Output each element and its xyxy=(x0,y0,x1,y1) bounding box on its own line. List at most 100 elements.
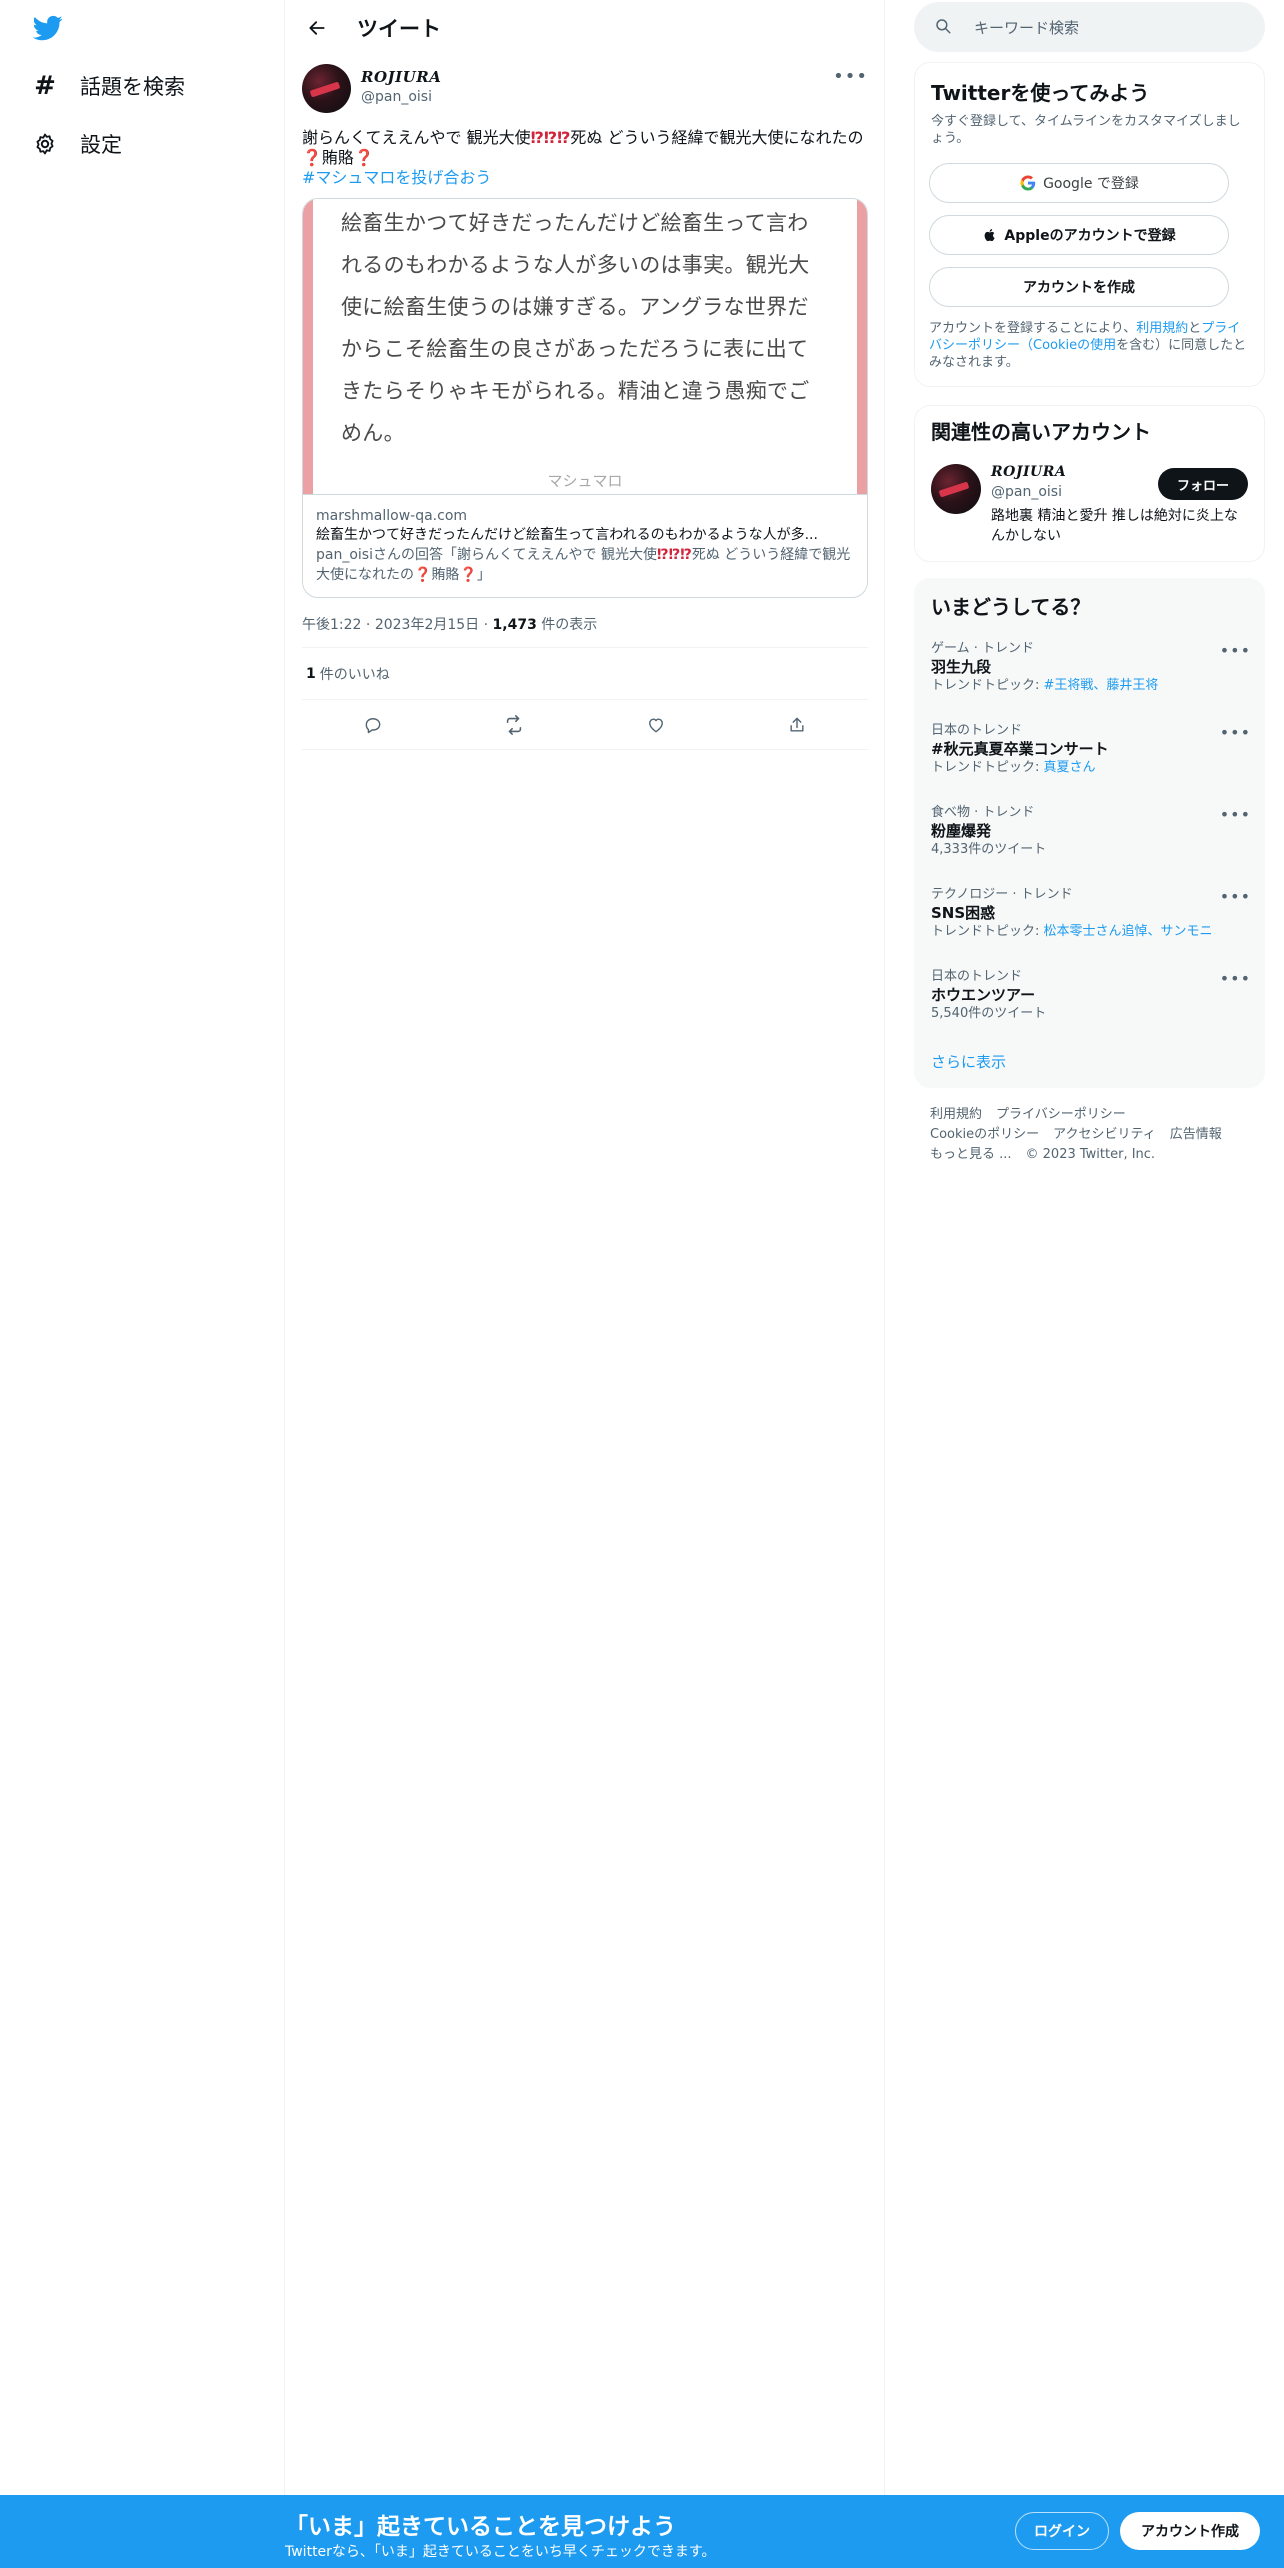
hashtag-link[interactable]: #マシュマロを投げ合おう xyxy=(302,168,868,188)
trend-name: ホウエンツアー xyxy=(931,986,1036,1004)
retweet-icon[interactable] xyxy=(497,708,531,742)
more-options-icon[interactable]: ••• xyxy=(1220,887,1251,906)
more-options-icon[interactable]: ••• xyxy=(1220,969,1251,988)
share-icon[interactable] xyxy=(780,708,814,742)
link-card[interactable]: 絵畜生かつて好きだったんだけど絵畜生って言われるのもわかるような人が多いのは事実… xyxy=(302,198,868,598)
footer-terms-link[interactable]: 利用規約 xyxy=(930,1107,982,1122)
signup-terms: アカウントを登録することにより、利用規約とプライバシーポリシー（Cookieの使… xyxy=(929,320,1249,371)
footer-cookie-link[interactable]: Cookieのポリシー xyxy=(930,1127,1039,1142)
author-handle[interactable]: @pan_oisi xyxy=(361,89,432,105)
card-media-text: 絵畜生かつて好きだったんだけど絵畜生って言われるのもわかるような人が多いのは事実… xyxy=(341,211,810,445)
trend-meta: トレンドトピック: 松本零士さん追悼、サンモニ xyxy=(931,923,1251,941)
apple-signup-button[interactable]: Appleのアカウントで登録 xyxy=(929,215,1229,255)
twitter-bird-icon[interactable] xyxy=(31,13,65,43)
trend-meta: 4,333件のツイート xyxy=(931,841,1251,859)
trend-meta: 5,540件のツイート xyxy=(931,1005,1251,1023)
question-mark-icon: ❓ xyxy=(353,148,374,167)
trends-title: いまどうしてる？ xyxy=(931,595,1091,619)
google-signup-label: Google で登録 xyxy=(1043,176,1139,192)
trend-category: テクノロジー · トレンド xyxy=(931,887,1073,902)
more-options-icon[interactable]: ••• xyxy=(1220,641,1251,660)
card-desc-part: 賄賂 xyxy=(431,567,460,583)
search-input[interactable]: キーワード検索 xyxy=(974,17,1079,38)
tweet-date[interactable]: 2023年2月15日 xyxy=(375,617,479,633)
card-desc-part: 」 xyxy=(476,567,491,583)
trend-category: ゲーム · トレンド xyxy=(931,641,1035,656)
likes-row[interactable]: 1 件のいいね xyxy=(302,648,868,700)
page-title: ツイート xyxy=(357,16,441,41)
trend-topic-link[interactable]: #王将戦、藤井王将 xyxy=(1044,678,1159,693)
heart-icon[interactable] xyxy=(639,708,673,742)
question-mark-icon: ❓ xyxy=(414,567,432,583)
trend-name: SNS困惑 xyxy=(931,904,996,922)
relevant-account-bio: 路地裏 精油と愛升 推しは絶対に炎上なんかしない xyxy=(991,508,1238,544)
trend-category: 日本のトレンド xyxy=(931,969,1023,984)
tweet-actions xyxy=(302,700,868,750)
show-more-link[interactable]: さらに表示 xyxy=(931,1051,1006,1072)
signup-panel: Twitterを使ってみよう 今すぐ登録して、タイムラインをカスタマイズしましょ… xyxy=(914,62,1265,387)
terms-text: と xyxy=(1188,321,1202,336)
reply-icon[interactable] xyxy=(356,708,390,742)
trend-item[interactable]: テクノロジー · トレンド SNS困惑 トレンドトピック: 松本零士さん追悼、サ… xyxy=(931,887,1251,941)
tweet-text-part: 死ぬ どういう経緯で観光大使になれたの xyxy=(570,128,864,147)
nav-explore[interactable]: # 話題を検索 xyxy=(30,64,185,108)
signup-button[interactable]: アカウント作成 xyxy=(1120,2512,1260,2550)
trend-meta-text: トレンドトピック: xyxy=(931,760,1044,775)
card-info[interactable]: marshmallow-qa.com 絵畜生かつて好きだったんだけど絵畜生って言… xyxy=(303,494,867,597)
bottom-bar-subtitle: Twitterなら、「いま」起きていることをいち早くチェックできます。 xyxy=(285,2544,716,2560)
bottom-signup-bar: 「いま」起きていることを見つけよう Twitterなら、「いま」起きていることを… xyxy=(0,2495,1284,2568)
trend-meta-text: 4,333件のツイート xyxy=(931,842,1047,857)
avatar[interactable] xyxy=(302,64,351,113)
search-box[interactable]: キーワード検索 xyxy=(914,2,1265,52)
more-options-icon[interactable]: ••• xyxy=(1220,805,1251,824)
footer-more-link[interactable]: もっと見る ... xyxy=(930,1147,1012,1162)
terms-link[interactable]: 利用規約 xyxy=(1136,321,1188,336)
likes-count: 1 xyxy=(306,665,316,682)
footer-ads-link[interactable]: 広告情報 xyxy=(1170,1127,1222,1142)
trend-topic-link[interactable]: 真夏さん xyxy=(1044,760,1096,775)
exclamation-question-icon: ⁉⁉⁉ xyxy=(530,128,571,147)
trend-topic-link[interactable]: 松本零士さん追悼、サンモニ xyxy=(1044,924,1213,939)
trend-item[interactable]: 日本のトレンド #秋元真夏卒業コンサート トレンドトピック: 真夏さん ••• xyxy=(931,723,1251,777)
tweet: ROJIURA @pan_oisi ••• 謝らんくてええんやで 観光大使⁉⁉⁉… xyxy=(302,62,868,750)
trend-item[interactable]: 日本のトレンド ホウエンツアー 5,540件のツイート ••• xyxy=(931,969,1251,1023)
exclamation-question-icon: ⁉⁉⁉ xyxy=(657,547,692,563)
create-account-label: アカウントを作成 xyxy=(1023,280,1135,296)
trends-panel: いまどうしてる？ ゲーム · トレンド 羽生九段 トレンドトピック: #王将戦、… xyxy=(914,578,1265,1088)
trend-category: 食べ物 · トレンド xyxy=(931,805,1035,820)
trend-meta-text: 5,540件のツイート xyxy=(931,1006,1047,1021)
card-description: pan_oisiさんの回答「謝らんくてええんやで 観光大使⁉⁉⁉死ぬ どういう経… xyxy=(316,545,854,585)
relevant-account-name[interactable]: ROJIURA xyxy=(991,464,1066,480)
views-count: 1,473 xyxy=(492,617,537,633)
trend-meta: トレンドトピック: #王将戦、藤井王将 xyxy=(931,677,1251,695)
more-options-icon[interactable]: ••• xyxy=(833,66,868,87)
footer-privacy-link[interactable]: プライバシーポリシー xyxy=(996,1107,1126,1122)
relevant-account-handle[interactable]: @pan_oisi xyxy=(991,484,1062,500)
relevant-title: 関連性の高いアカウント xyxy=(931,420,1151,444)
apple-icon xyxy=(982,227,998,243)
nav-explore-label: 話題を検索 xyxy=(80,75,185,99)
google-signup-button[interactable]: Google で登録 xyxy=(929,163,1229,203)
views-label: 件の表示 xyxy=(536,617,598,633)
author-name[interactable]: ROJIURA xyxy=(361,68,441,86)
relevant-accounts-panel: 関連性の高いアカウント ROJIURA @pan_oisi 路地裏 精油と愛升 … xyxy=(914,405,1265,562)
main-header: ツイート xyxy=(285,0,885,55)
trend-item[interactable]: 食べ物 · トレンド 粉塵爆発 4,333件のツイート ••• xyxy=(931,805,1251,859)
avatar[interactable] xyxy=(931,464,981,514)
tweet-time[interactable]: 午後1:22 xyxy=(302,617,361,633)
footer-accessibility-link[interactable]: アクセシビリティ xyxy=(1053,1127,1156,1142)
create-account-button[interactable]: アカウントを作成 xyxy=(929,267,1229,307)
nav-settings[interactable]: 設定 xyxy=(30,122,122,166)
card-domain: marshmallow-qa.com xyxy=(316,508,468,524)
trend-meta: トレンドトピック: 真夏さん xyxy=(931,759,1251,777)
google-icon xyxy=(1019,174,1037,192)
follow-button[interactable]: フォロー xyxy=(1158,468,1248,500)
more-options-icon[interactable]: ••• xyxy=(1220,723,1251,742)
trend-name: #秋元真夏卒業コンサート xyxy=(931,740,1109,758)
login-button[interactable]: ログイン xyxy=(1015,2512,1109,2550)
tweet-text-part: 謝らんくてええんやで 観光大使 xyxy=(302,128,531,147)
card-media[interactable]: 絵畜生かつて好きだったんだけど絵畜生って言われるのもわかるような人が多いのは事実… xyxy=(303,199,867,494)
card-title: 絵畜生かつて好きだったんだけど絵畜生って言われるのもわかるような人が多... xyxy=(316,527,818,543)
trend-item[interactable]: ゲーム · トレンド 羽生九段 トレンドトピック: #王将戦、藤井王将 ••• xyxy=(931,641,1251,695)
back-arrow-icon[interactable] xyxy=(299,10,335,46)
